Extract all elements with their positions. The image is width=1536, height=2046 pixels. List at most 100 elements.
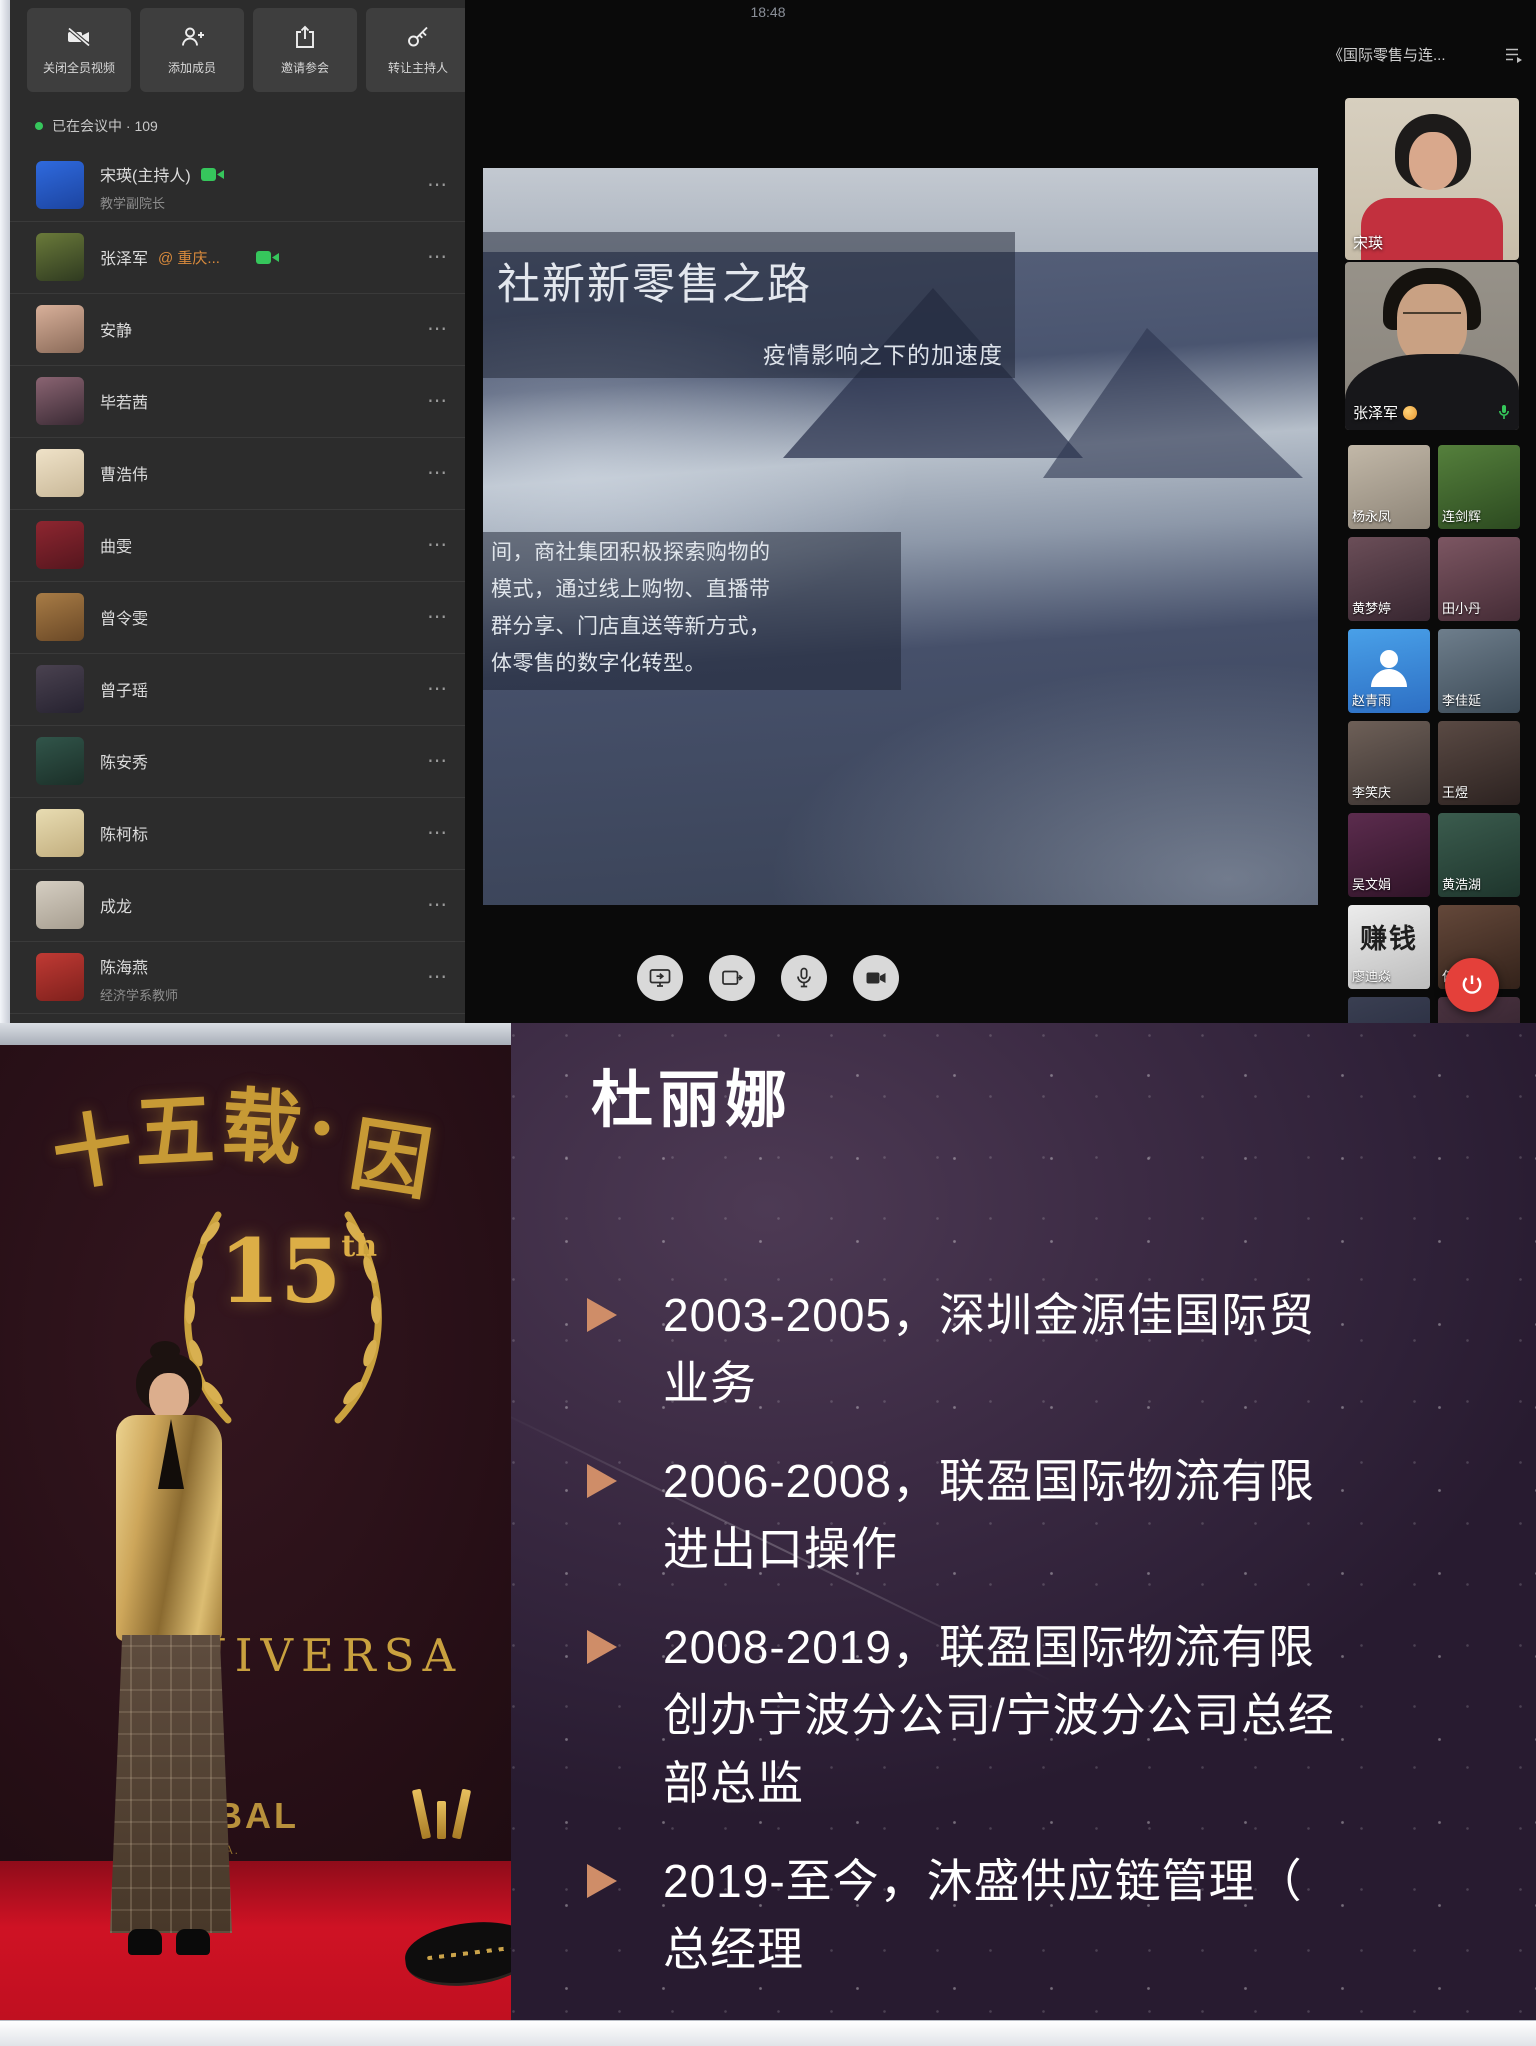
transfer-host-button[interactable]: 转让主持人	[366, 8, 470, 92]
bullet-triangle-icon	[587, 1864, 617, 1898]
in-meeting-count: 已在会议中 · 109	[52, 116, 158, 136]
woman-shoe	[176, 1929, 210, 1955]
featured-video-tile[interactable]: 张泽军	[1345, 262, 1519, 430]
participant-row[interactable]: 成龙 ⋯	[10, 870, 465, 942]
banner-char: ·	[308, 1081, 336, 1175]
avatar	[36, 377, 84, 425]
participant-name: 宋瑛(主持人)	[100, 162, 191, 186]
participant-row[interactable]: 安静 ⋯	[10, 294, 465, 366]
resume-bullet: 2006-2008，联盈国际物流有限 进出口操作	[511, 1447, 1536, 1613]
tile-name: 黄梦婷	[1352, 598, 1391, 617]
bullet-line: 部总监	[663, 1749, 1536, 1817]
sidebar-header[interactable]: 《国际零售与连...	[1328, 44, 1524, 65]
video-tile[interactable]: 赚钱 廖迪焱	[1348, 905, 1430, 989]
share-window-button[interactable]	[709, 955, 755, 1001]
slide-body-line: 模式，通过线上购物、直播带	[491, 571, 771, 608]
more-options-button[interactable]: ⋯	[427, 676, 449, 701]
anniversary-number: 15th	[218, 1219, 378, 1323]
tile-name: 连剑辉	[1442, 506, 1481, 525]
sign-gold-text	[427, 1946, 511, 1960]
leave-meeting-button[interactable]	[1445, 958, 1499, 1012]
more-options-button[interactable]: ⋯	[427, 388, 449, 413]
video-tile[interactable]: 田小丹	[1438, 537, 1520, 621]
more-options-button[interactable]: ⋯	[427, 532, 449, 557]
add-member-button[interactable]: 添加成员	[140, 8, 244, 92]
participant-row[interactable]: 张泽军 @ 重庆... ⋯	[10, 222, 465, 294]
microphone-button[interactable]	[781, 955, 827, 1001]
award-number: 15	[219, 1219, 341, 1323]
participant-row[interactable]: 曾令雯 ⋯	[10, 582, 465, 654]
power-icon	[1459, 972, 1485, 998]
portrait-glasses	[1403, 312, 1461, 326]
layout-list-icon	[1504, 46, 1524, 64]
video-tile[interactable]: 黄浩湖	[1438, 813, 1520, 897]
video-tile[interactable]: 王煜	[1438, 721, 1520, 805]
microphone-icon	[792, 966, 816, 990]
invite-button[interactable]: 邀请参会	[253, 8, 357, 92]
more-options-button[interactable]: ⋯	[427, 172, 449, 197]
avatar	[36, 521, 84, 569]
default-avatar-icon	[1365, 643, 1413, 691]
toolbar-button-label: 添加成员	[168, 59, 216, 76]
unmuted-mic-icon	[1497, 404, 1511, 420]
participant-row[interactable]: 陈海燕 经济学系教师 ⋯	[10, 942, 465, 1014]
participant-list: 宋瑛(主持人) 教学副院长 ⋯ 张泽军 @ 重庆... ⋯ 安静 ⋯	[10, 150, 465, 1014]
video-tile[interactable]: 吴文娟	[1348, 813, 1430, 897]
more-options-button[interactable]: ⋯	[427, 964, 449, 989]
tile-name: 黄浩湖	[1442, 874, 1481, 893]
resume-bullet: 2008-2019，联盈国际物流有限 创办宁波分公司/宁波分公司总经 部总监	[511, 1613, 1536, 1847]
more-options-button[interactable]: ⋯	[427, 748, 449, 773]
more-options-button[interactable]: ⋯	[427, 460, 449, 485]
camera-icon	[864, 966, 888, 990]
slide-body-line: 体零售的数字化转型。	[491, 645, 771, 682]
participant-row[interactable]: 宋瑛(主持人) 教学副院长 ⋯	[10, 150, 465, 222]
close-all-video-button[interactable]: 关闭全员视频	[27, 8, 131, 92]
participant-list-header: 已在会议中 · 109	[35, 116, 158, 136]
camera-button[interactable]	[853, 955, 899, 1001]
woman-shoe	[128, 1929, 162, 1955]
video-tile[interactable]: 黄梦婷	[1348, 537, 1430, 621]
more-options-button[interactable]: ⋯	[427, 892, 449, 917]
meeting-control-bar	[637, 955, 899, 1001]
bullet-triangle-icon	[587, 1298, 617, 1332]
participant-name: 陈安秀	[100, 749, 148, 773]
tile-name: 吴文娟	[1352, 874, 1391, 893]
bullet-line: 创办宁波分公司/宁波分公司总经	[663, 1681, 1536, 1749]
tile-name: 杨永凤	[1352, 506, 1391, 525]
participant-panel: 关闭全员视频 添加成员 邀请参会 转让主持人 已在会议中 · 109	[10, 0, 465, 1023]
participant-row[interactable]: 曲雯 ⋯	[10, 510, 465, 582]
more-options-button[interactable]: ⋯	[427, 604, 449, 629]
more-options-button[interactable]: ⋯	[427, 820, 449, 845]
video-tile[interactable]: 杨永凤	[1348, 445, 1430, 529]
featured-video-tile[interactable]: 宋瑛	[1345, 98, 1519, 260]
woman-plaid-pants	[110, 1635, 232, 1933]
tile-name: 李佳延	[1442, 690, 1481, 709]
smiley-emoji-icon	[1403, 406, 1417, 420]
video-tile[interactable]: 连剑辉	[1438, 445, 1520, 529]
video-tile[interactable]: 赵青雨	[1348, 629, 1430, 713]
bullet-line: 2019-至今，沐盛供应链管理（	[663, 1847, 1536, 1915]
video-tile-partial[interactable]	[1348, 997, 1430, 1023]
participant-name: 安静	[100, 317, 132, 341]
banner-char: 载	[218, 1060, 306, 1181]
participant-row[interactable]: 陈柯标 ⋯	[10, 798, 465, 870]
online-status-dot	[35, 122, 43, 130]
bullet-line: 2003-2005，深圳金源佳国际贸	[663, 1281, 1536, 1349]
participant-title: 经济学系教师	[100, 985, 465, 1004]
photo-top-strip	[0, 1023, 511, 1045]
bullet-line: 2008-2019，联盈国际物流有限	[663, 1613, 1536, 1681]
participant-row[interactable]: 曹浩伟 ⋯	[10, 438, 465, 510]
avatar	[36, 953, 84, 1001]
participant-row[interactable]: 曾子瑶 ⋯	[10, 654, 465, 726]
avatar	[36, 809, 84, 857]
meeting-toolbar: 关闭全员视频 添加成员 邀请参会 转让主持人	[27, 8, 470, 92]
more-options-button[interactable]: ⋯	[427, 244, 449, 269]
share-screen-button[interactable]	[637, 955, 683, 1001]
participant-name: 曾子瑶	[100, 677, 148, 701]
video-tile[interactable]: 李佳延	[1438, 629, 1520, 713]
more-options-button[interactable]: ⋯	[427, 316, 449, 341]
participant-row[interactable]: 陈安秀 ⋯	[10, 726, 465, 798]
participant-row[interactable]: 毕若茜 ⋯	[10, 366, 465, 438]
resume-bullet: 2003-2005，深圳金源佳国际贸 业务	[511, 1281, 1536, 1447]
video-tile[interactable]: 李笑庆	[1348, 721, 1430, 805]
